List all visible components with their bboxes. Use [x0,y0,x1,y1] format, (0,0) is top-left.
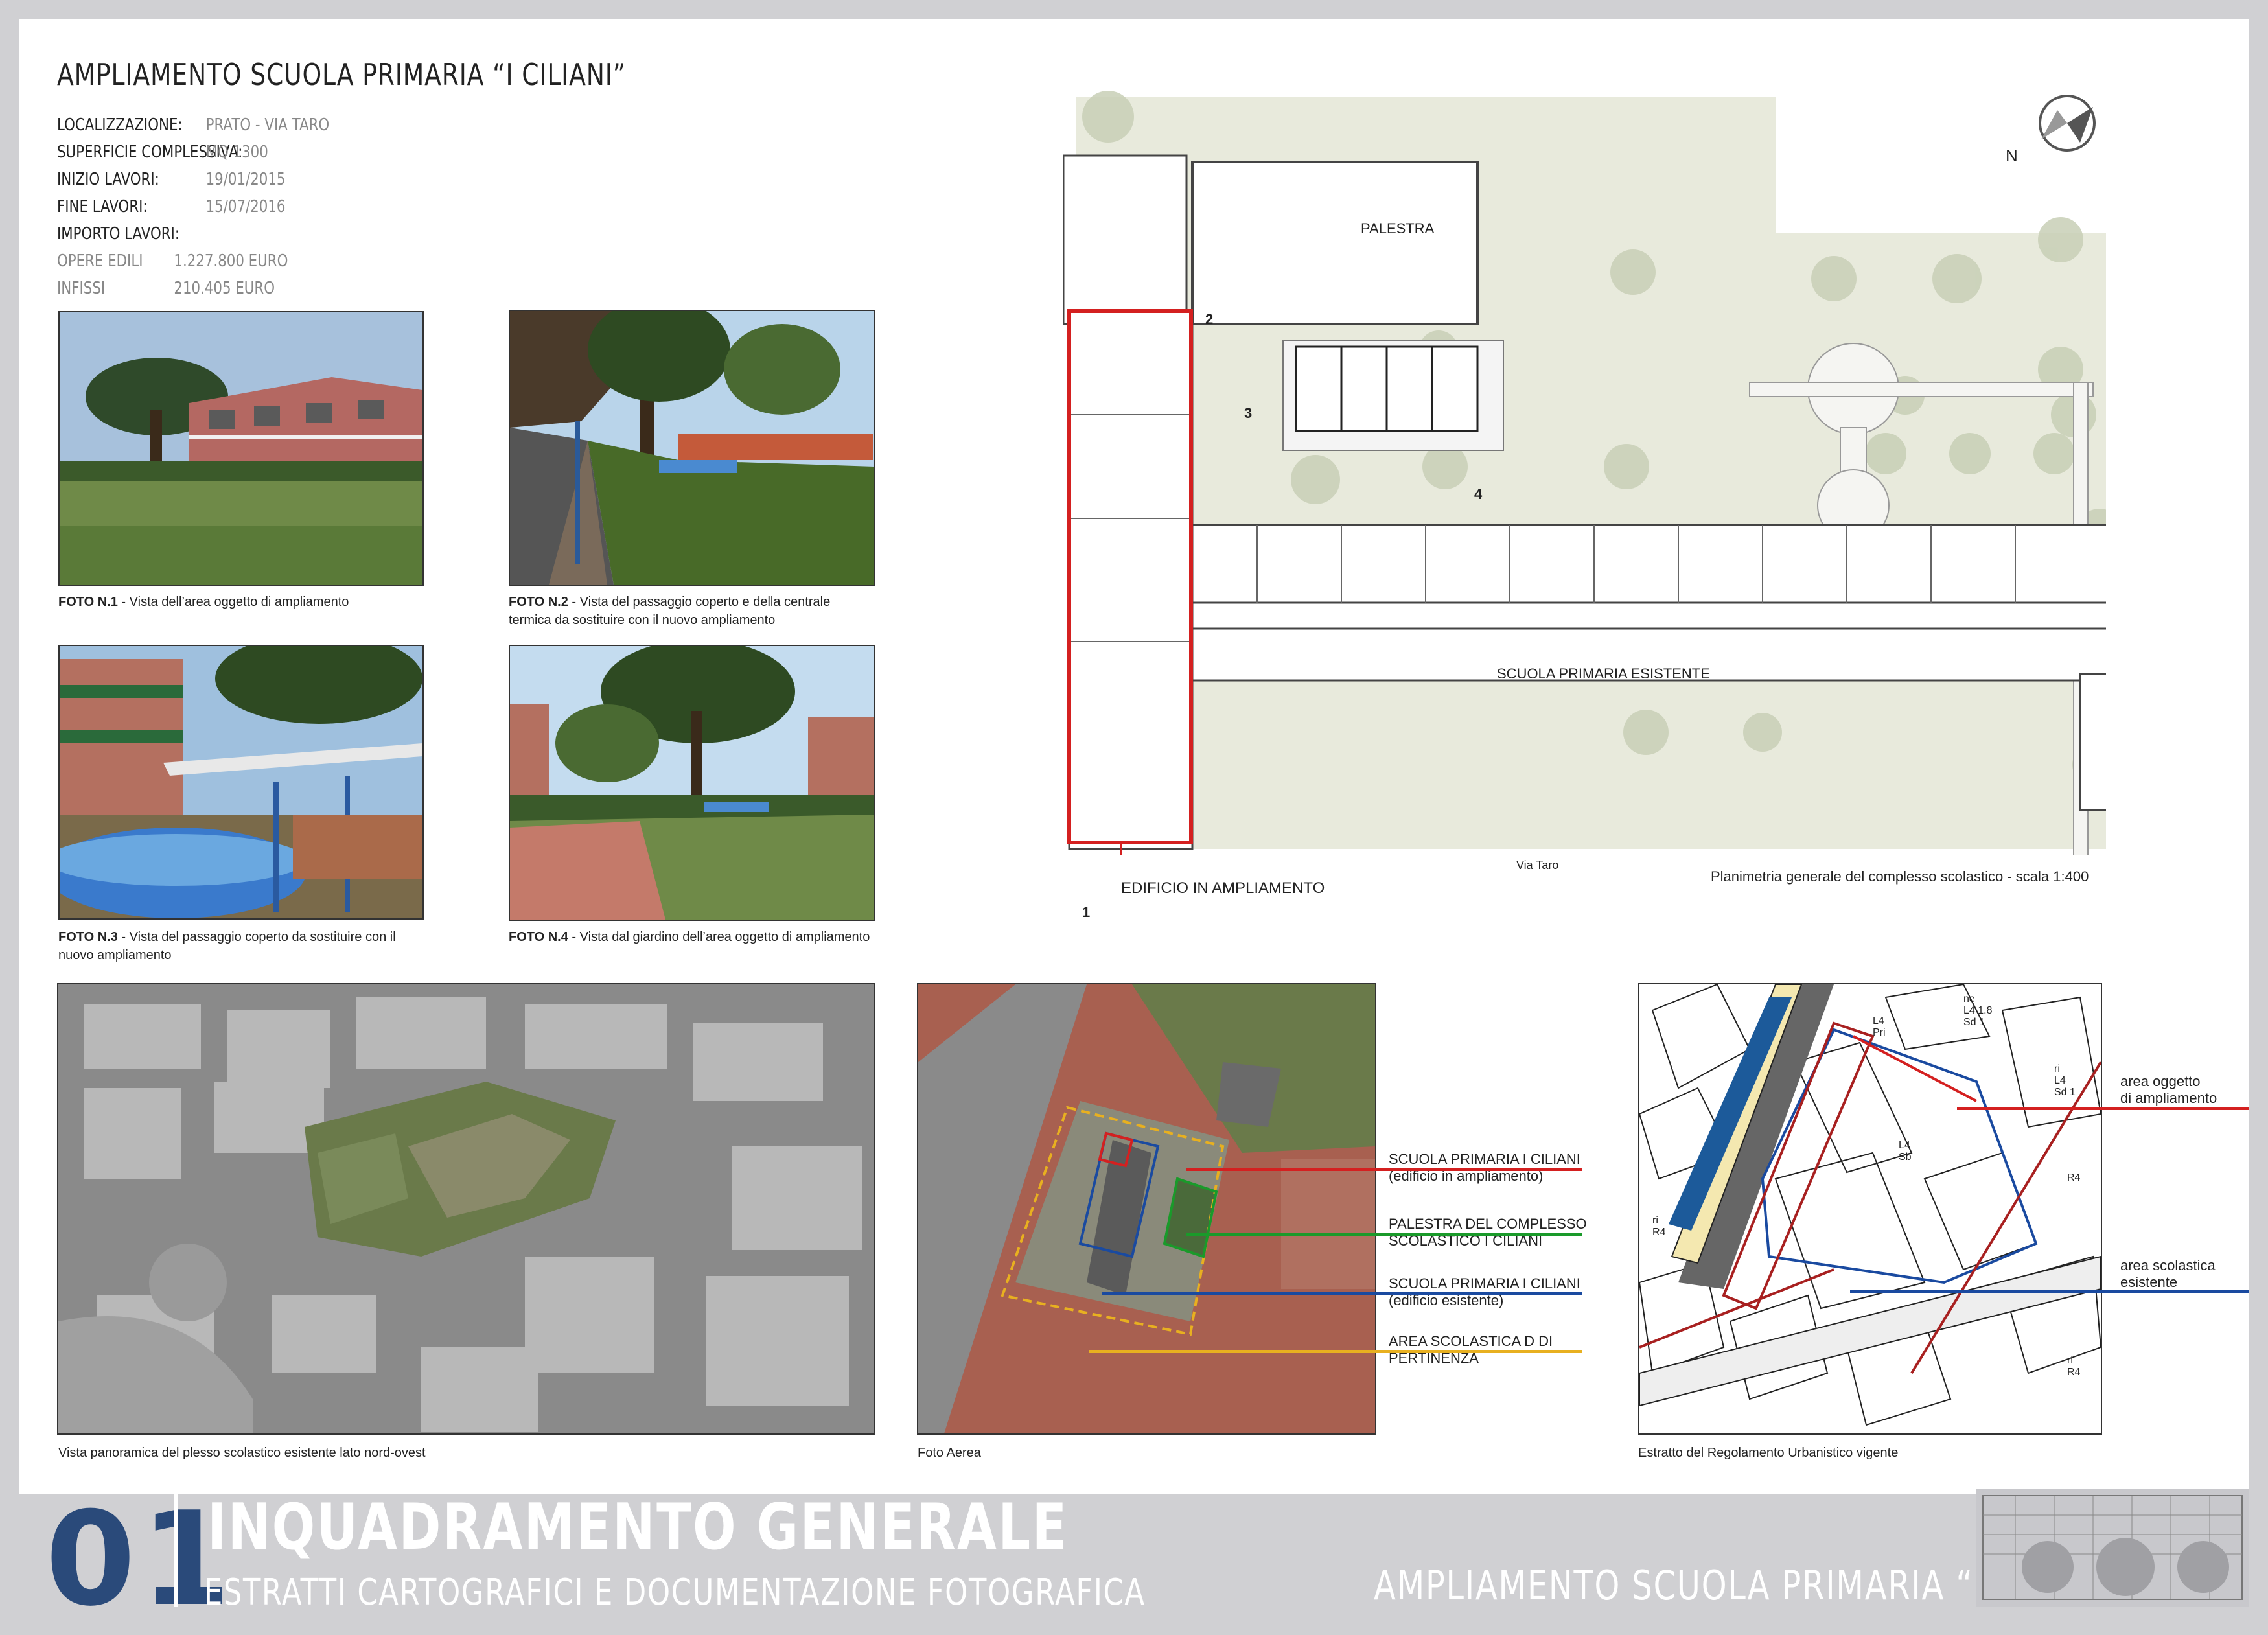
ru-label-l418: L4 1.8 [1963,1005,1993,1016]
view-marker-2: 2 [1205,311,1214,327]
ru-legend-2-line [1850,1290,2249,1293]
site-plan: PALESTRA SCUOLA PRIMARIA ESISTENTE EDIFI… [1062,91,2250,920]
info-value-infissi: 210.405 EURO [174,279,275,298]
photo-1-caption: FOTO N.1 - Vista dell’area oggetto di am… [58,593,421,611]
plan-label-palestra: PALESTRA [1361,220,1435,237]
photo-4-caption: FOTO N.4 - Vista dal giardino dell’area … [509,928,872,946]
info-label-infissi: INFISSI [57,279,106,298]
ru-label-r4c: R4 [2067,1367,2081,1378]
ru-label-sb: Sb [1899,1152,1912,1163]
photo-2 [509,310,875,586]
footer-sketch [1976,1489,2249,1607]
plan-label-edificio: EDIFICIO IN AMPLIAMENTO [1121,879,1325,897]
footer-divider [174,1490,178,1607]
ru-legend-2-line1: area scolastica [2120,1257,2216,1273]
photo-3-caption: FOTO N.3 - Vista del passaggio coperto d… [58,928,421,964]
aerial-legend-4-line [1089,1350,1582,1353]
photo-4-number: FOTO N.4 [509,930,568,944]
info-label-opere: OPERE EDILI [57,251,143,271]
info-label-localizzazione: LOCALIZZAZIONE: [57,115,183,135]
photo-3-number: FOTO N.3 [58,930,118,944]
aerial-legend-3-line [1102,1292,1582,1295]
ru-label-ri2: ri [1652,1215,1658,1226]
ru-legend-1: area oggetto di ampliamento [2120,1073,2217,1107]
ru-label-r4b: R4 [2067,1172,2081,1183]
ru-label-sd1: Sd 1 [1963,1017,1985,1028]
ru-label-ne: ne [1963,993,1975,1004]
ru-caption: Estratto del Regolamento Urbanistico vig… [1638,1446,1899,1460]
aerial-legend-1-line1: SCUOLA PRIMARIA I CILIANI [1389,1151,1580,1167]
ru-legend-1-line1: area oggetto [2120,1073,2201,1089]
photo-4 [509,645,875,921]
plan-caption: Planimetria generale del complesso scola… [1711,868,2089,885]
view-marker-1: 1 [1082,904,1091,920]
aerial-legend-3-line1: SCUOLA PRIMARIA I CILIANI [1389,1275,1580,1292]
aerial-legend-2-line [1186,1233,1582,1236]
ru-legend-2: area scolastica esistente [2120,1257,2216,1291]
ru-label-l4c: L4 [1899,1140,1910,1151]
photo-4-text: - Vista dal giardino dell’area oggetto d… [568,930,870,944]
info-value-localizzazione: PRATO - VIA TARO [205,115,330,135]
ru-map: ne L4 1.8 Sd 1 L4 Pri ri L4 Sd 1 L4 Sb r… [1638,983,2102,1435]
view-marker-3: 3 [1244,405,1253,421]
ru-label-ri: ri [2054,1063,2060,1074]
ru-label-l4b: L4 [2054,1075,2066,1086]
section-title: INQUADRAMENTO GENERALE [207,1490,1069,1564]
aerial-legend-1-line [1186,1168,1582,1171]
info-value-fine: 15/07/2016 [205,197,286,216]
ru-label-r4: R4 [1652,1227,1666,1238]
info-label-fine: FINE LAVORI: [57,197,148,216]
aerial-caption: Foto Aerea [918,1446,981,1460]
plan-label-via: Via Taro [1516,859,1559,872]
view-marker-4: 4 [1474,486,1483,502]
photo-1-text: - Vista dell’area oggetto di ampliamento [117,595,349,609]
info-value-inizio: 19/01/2015 [205,170,286,189]
aerial-photo [917,983,1376,1435]
ru-label-ri3: ri [2067,1355,2073,1366]
ru-legend-1-line2: di ampliamento [2120,1090,2217,1106]
photo-1-number: FOTO N.1 [58,595,118,609]
plan-label-scuola: SCUOLA PRIMARIA ESISTENTE [1497,666,1710,682]
photo-3 [58,645,424,920]
info-value-opere: 1.227.800 EURO [174,251,288,271]
ru-label-sd1b: Sd 1 [2054,1087,2076,1098]
info-value-superficie: MQ 1300 [205,143,268,162]
page-title: AMPLIAMENTO SCUOLA PRIMARIA “I CILIANI” [57,57,627,92]
section-subtitle: ESTRATTI CARTOGRAFICI E DOCUMENTAZIONE F… [204,1571,1146,1614]
ru-legend-1-line [1957,1107,2249,1110]
info-label-inizio: INIZIO LAVORI: [57,170,159,189]
aerial-legend-4-line1: AREA SCOLASTICA D DI [1389,1333,1553,1349]
photo-2-number: FOTO N.2 [509,595,568,609]
ru-label-pri: Pri [1873,1027,1886,1038]
ru-legend-2-line2: esistente [2120,1274,2178,1290]
panoramic-caption: Vista panoramica del plesso scolastico e… [58,1446,426,1460]
photo-1 [58,311,424,586]
north-label: N [2006,146,2018,165]
aerial-legend-2-line1: PALESTRA DEL COMPLESSO [1389,1216,1587,1232]
photo-2-caption: FOTO N.2 - Vista del passaggio coperto e… [509,593,872,629]
panoramic-photo [57,983,875,1435]
info-label-importo: IMPORTO LAVORI: [57,224,180,244]
ru-label-l4: L4 [1873,1015,1884,1026]
